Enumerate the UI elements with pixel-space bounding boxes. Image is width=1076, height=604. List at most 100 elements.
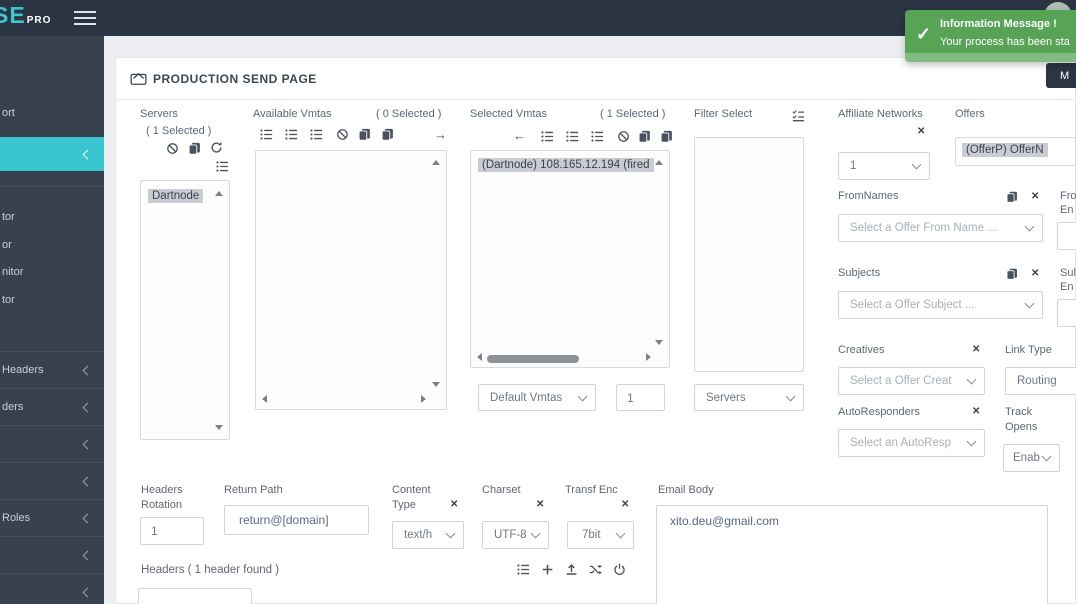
vmtas-count-input[interactable]: 1 [616,384,665,411]
clear-icon[interactable]: ✕ [972,345,980,355]
move-right-icon[interactable]: → [434,128,447,141]
copy-icon[interactable] [188,142,201,155]
sidebar-item-active[interactable] [0,137,104,171]
chevron-left-icon [83,402,93,412]
subjects-label: Subjects [838,266,880,280]
sidebar-item[interactable]: ders [0,388,104,425]
clear-icon[interactable]: ✕ [536,500,544,510]
sidebar-item[interactable]: nitor [2,266,23,278]
clear-icon[interactable]: ✕ [1031,269,1039,279]
sidebar-item[interactable] [0,462,104,499]
scroll-down-icon[interactable] [215,425,223,430]
clear-icon[interactable]: ✕ [917,127,925,137]
list-icon[interactable] [566,130,579,143]
power-icon[interactable] [613,563,626,576]
plus-icon[interactable] [541,563,554,576]
headers-rotation-input[interactable]: 1 [140,517,204,545]
scroll-down-icon[interactable] [432,382,440,387]
clear-icon[interactable]: ✕ [972,407,980,417]
filter-select-dropdown[interactable]: Servers [694,384,804,411]
autoresponders-select[interactable]: Select an AutoResp [838,429,985,457]
transf-enc-select[interactable]: 7bit [567,521,634,549]
shuffle-icon[interactable] [589,563,602,576]
toast-notification[interactable]: ✓ Information Message ! Your process has… [905,10,1076,62]
sidebar-item[interactable]: ort [2,107,15,119]
default-vmtas-select[interactable]: Default Vmtas [478,384,596,411]
selected-vmtas-listbox[interactable]: (Dartnode) 108.165.12.194 (fired [470,150,670,368]
subjects-enc-input[interactable] [1057,299,1076,327]
sidebar-item[interactable] [0,573,104,604]
sidebar-item[interactable]: or [2,239,12,251]
chevron-down-icon [446,529,456,539]
list-icon[interactable] [591,130,604,143]
sidebar-item[interactable]: tor [2,211,15,223]
list-icon[interactable] [216,160,229,173]
servers-selected-item[interactable]: Dartnode [148,189,203,203]
return-path-input[interactable]: return@[domain] [224,505,369,535]
list-icon[interactable] [310,128,323,141]
affiliate-networks-select[interactable]: 1 [838,152,930,180]
creatives-select[interactable]: Select a Offer Creat [838,367,985,395]
charset-select[interactable]: UTF-8 [482,521,549,549]
headers-rotation-label-2: Rotation [141,498,182,512]
scroll-up-icon[interactable] [655,160,663,165]
sidebar-item[interactable]: tor [2,294,15,306]
upload-icon[interactable] [565,563,578,576]
filter-select-listbox[interactable] [694,137,804,372]
copy-icon[interactable] [638,130,651,143]
header-item-box[interactable] [138,588,252,604]
ban-icon[interactable] [617,130,630,143]
scroll-right-icon[interactable] [646,353,651,361]
offers-label: Offers [955,107,985,121]
chevron-left-icon [83,365,93,375]
toast-title: Information Message ! [940,18,1057,30]
fromnames-enc-input[interactable] [1057,222,1076,250]
copy-icon[interactable] [1006,191,1018,203]
track-opens-select[interactable]: Enab [1003,444,1060,472]
fromnames-select[interactable]: Select a Offer From Name ... [838,214,1043,242]
clear-icon[interactable]: ✕ [1031,192,1039,202]
horizontal-scrollbar-thumb[interactable] [487,355,579,363]
menu-button[interactable]: M [1046,63,1076,88]
sidebar-item-headers[interactable]: Headers [0,351,104,388]
ban-icon[interactable] [336,128,349,141]
list-check-icon[interactable] [792,109,805,122]
copy-icon[interactable] [381,128,394,141]
move-left-icon[interactable]: ← [513,129,526,142]
email-body-textarea[interactable]: xito.deu@gmail.com [656,505,1048,604]
list-icon[interactable] [541,130,554,143]
scroll-left-icon[interactable] [262,395,267,403]
offers-listbox[interactable]: (OfferP) OfferN [955,137,1076,166]
scroll-down-icon[interactable] [655,340,663,345]
clear-icon[interactable]: ✕ [621,500,629,510]
link-type-select[interactable]: Routing [1005,367,1076,395]
app-logo[interactable]: SE PRO [0,2,51,29]
refresh-icon[interactable] [210,141,223,154]
selected-vmtas-item[interactable]: (Dartnode) 108.165.12.194 (fired [478,158,654,172]
list-icon[interactable] [285,128,298,141]
list-icon[interactable] [260,128,273,141]
sidebar-item-roles[interactable]: Roles [0,499,104,536]
chevron-left-icon [83,513,93,523]
subjects-select[interactable]: Select a Offer Subject ... [838,291,1043,319]
copy-icon[interactable] [660,130,673,143]
sidebar-item[interactable] [0,536,104,573]
copy-icon[interactable] [358,128,371,141]
chevron-left-icon [83,587,93,597]
hamburger-menu-icon[interactable] [74,11,96,25]
scroll-up-icon[interactable] [432,160,440,165]
content-type-select[interactable]: text/h [392,521,464,549]
affiliate-networks-label: Affiliate Networks [838,107,923,121]
offers-selected-item[interactable]: (OfferP) OfferN [962,143,1048,157]
servers-listbox[interactable]: Dartnode [140,180,230,440]
scroll-up-icon[interactable] [215,191,223,196]
chevron-left-icon [83,476,93,486]
available-vmtas-listbox[interactable] [255,150,447,410]
ban-icon[interactable] [166,142,179,155]
list-icon[interactable] [517,563,530,576]
copy-icon[interactable] [1006,268,1018,280]
scroll-left-icon[interactable] [477,353,482,361]
clear-icon[interactable]: ✕ [450,500,458,510]
scroll-right-icon[interactable] [421,395,426,403]
sidebar-item[interactable] [0,425,104,462]
